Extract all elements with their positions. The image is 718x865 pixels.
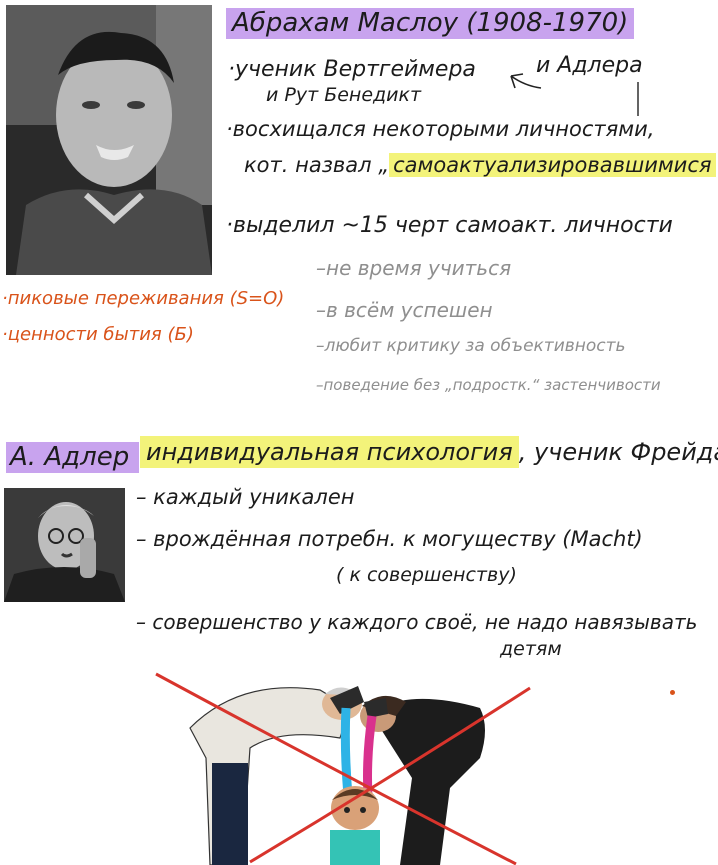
orange-dot — [670, 690, 675, 695]
maslow-line-traits: ·выделил ~15 черт самоакт. личности — [226, 213, 673, 238]
trait-item: –поведение без „подростк.“ застенчивости — [316, 376, 661, 394]
maslow-line-adler: и Адлера — [536, 53, 643, 78]
maslow-line-benedict: и Рут Бенедикт — [266, 84, 422, 106]
adler-point-sub: ( к совершенству) — [336, 564, 517, 586]
trait-item: –любит критику за объективность — [316, 336, 626, 356]
trait-item: –не время учиться — [316, 256, 512, 280]
trait-item: –в всём успешен — [316, 298, 493, 322]
called-prefix: кот. назвал „ — [244, 153, 390, 177]
self-actualized-highlight: самоактуализировавшимися — [389, 153, 716, 177]
individual-psychology-highlight: индивидуальная психология — [140, 436, 519, 468]
parenting-illustration — [150, 668, 540, 865]
side-note-peak: ·пиковые переживания (S=O) — [2, 288, 285, 309]
adler-school-line: индивидуальная психология, ученик Фрейда — [140, 436, 718, 468]
side-note-values: ·ценности бытия (Б) — [2, 324, 194, 345]
adler-point: – каждый уникален — [136, 485, 355, 509]
adler-point: – совершенство у каждого своё, не надо н… — [136, 610, 698, 634]
maslow-portrait-image — [6, 5, 212, 275]
adler-portrait-image — [4, 488, 125, 602]
adler-point: – врождённая потребн. к могуществу (Mach… — [136, 527, 643, 551]
maslow-heading: Абрахам Маслоу (1908-1970) — [226, 8, 635, 40]
adler-school-tail: , ученик Фрейда — [518, 438, 718, 466]
maslow-line-admired: ·восхищался некоторыми личностями, — [226, 117, 655, 141]
adler-name: А. Адлер — [6, 442, 140, 474]
maslow-line-called: кот. назвал „самоактуализировавшимися“ — [244, 153, 718, 177]
adler-photo — [4, 488, 125, 602]
maslow-photo — [6, 5, 212, 275]
bracket-line — [637, 82, 639, 116]
maslow-line-student: ·ученик Вертгеймера — [228, 57, 476, 82]
adler-point-sub: детям — [500, 638, 562, 660]
